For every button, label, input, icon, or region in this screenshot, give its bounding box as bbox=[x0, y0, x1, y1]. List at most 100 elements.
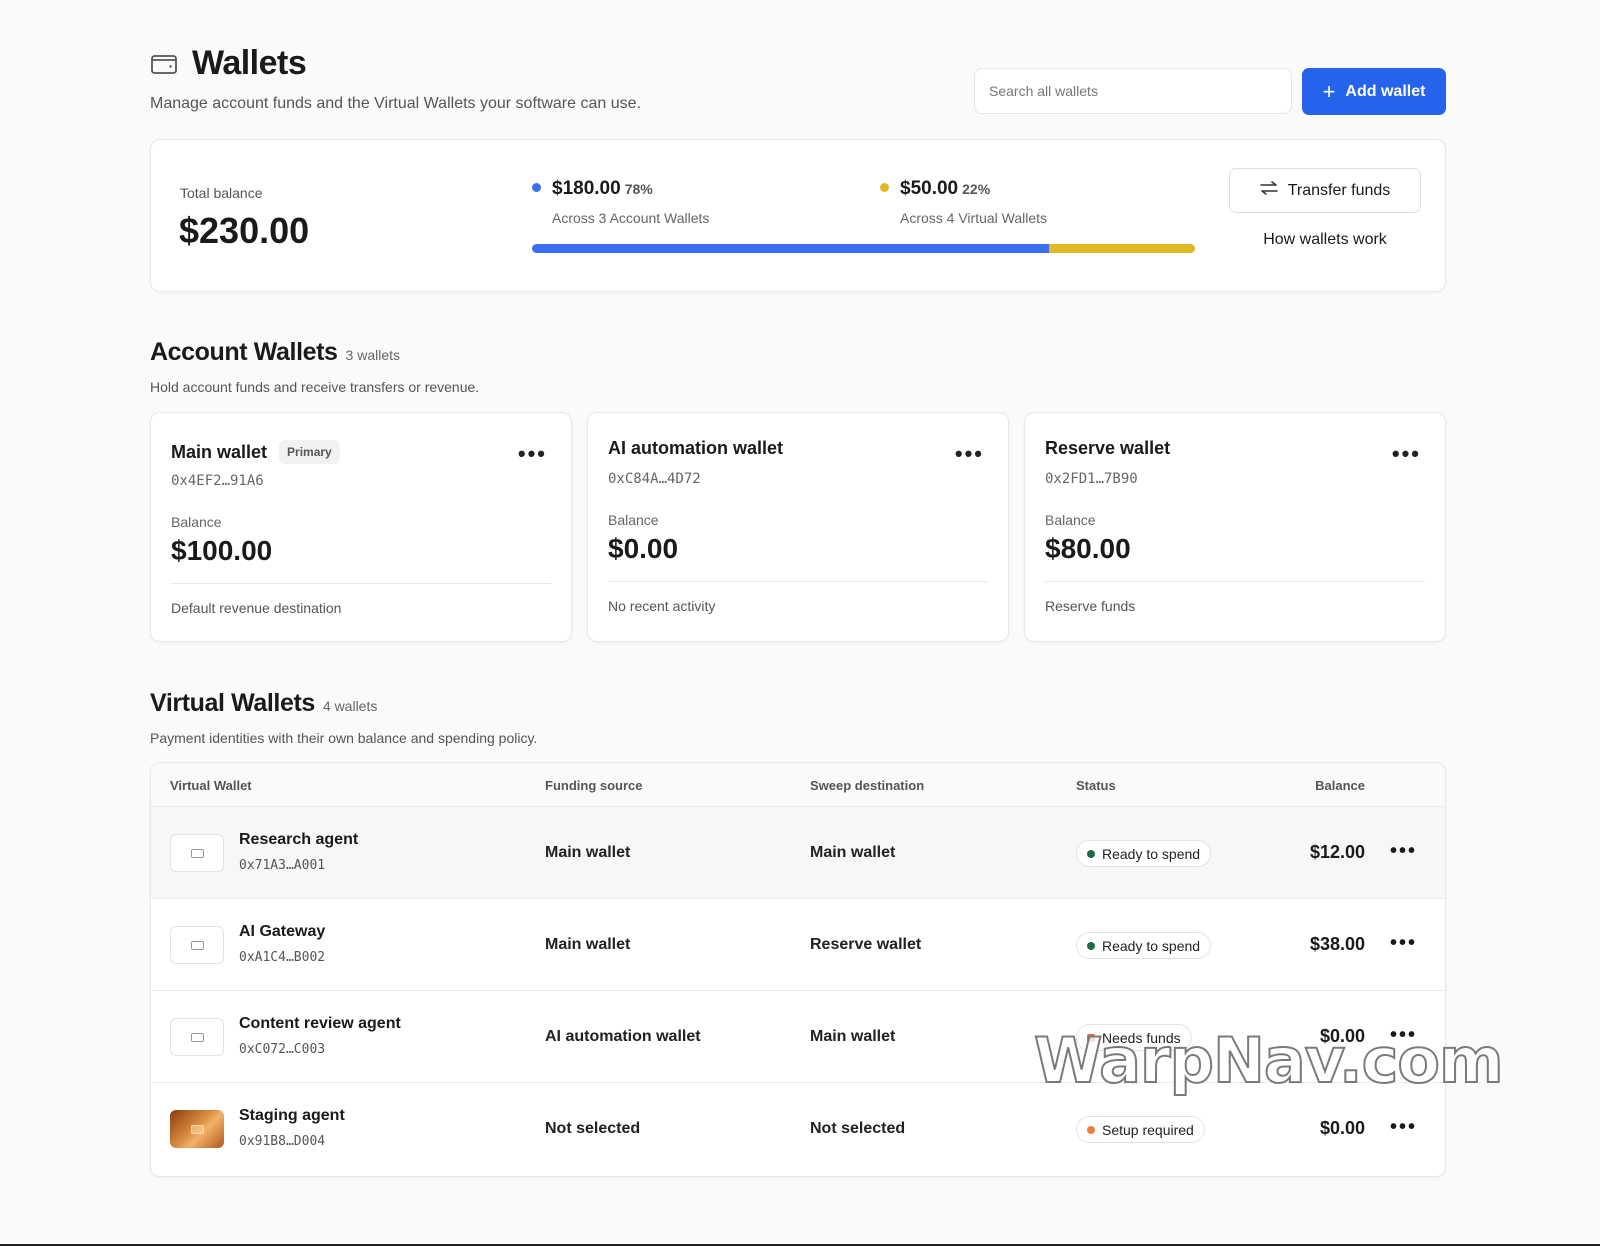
account-wallet-card[interactable]: AI automation wallet 0xC84A…4D72 ••• Bal… bbox=[587, 412, 1009, 642]
virtual-share-caption: Across 4 Virtual Wallets bbox=[900, 210, 1048, 226]
virtual-wallets-description: Payment identities with their own balanc… bbox=[150, 730, 538, 746]
row-balance: $12.00 bbox=[1309, 842, 1365, 862]
balance-split-bar bbox=[532, 244, 1195, 253]
virtual-wallet-address: 0x71A3…A001 bbox=[239, 858, 326, 873]
sweep-destination: Main wallet bbox=[810, 844, 896, 861]
row-balance: $0.00 bbox=[1319, 1118, 1365, 1138]
more-options-icon[interactable]: ••• bbox=[1390, 1117, 1417, 1137]
wallet-name: Reserve wallet bbox=[1045, 438, 1171, 458]
more-options-icon[interactable]: ••• bbox=[518, 443, 547, 465]
add-wallet-button[interactable]: + Add wallet bbox=[1302, 68, 1446, 115]
total-balance-value: $230.00 bbox=[179, 210, 310, 251]
transfer-funds-label: Transfer funds bbox=[1287, 181, 1391, 199]
virtual-share-fill bbox=[1049, 244, 1195, 253]
balance-value: $0.00 bbox=[608, 533, 679, 564]
virtual-wallet-name: Content review agent bbox=[239, 1015, 401, 1032]
virtual-wallet-name: AI Gateway bbox=[239, 923, 326, 940]
table-row[interactable]: Research agent 0x71A3…A001 Main wallet M… bbox=[151, 807, 1445, 899]
yellow-dot-icon bbox=[880, 183, 889, 193]
wallet-note: Default revenue destination bbox=[171, 600, 342, 616]
virtual-wallets-count: 4 wallets bbox=[322, 698, 378, 714]
more-options-icon[interactable]: ••• bbox=[1390, 841, 1417, 861]
status-dot-icon bbox=[1087, 849, 1095, 858]
virtual-wallet-address: 0x91B8…D004 bbox=[239, 1134, 326, 1149]
row-balance: $38.00 bbox=[1309, 934, 1365, 954]
account-share-caption: Across 3 Account Wallets bbox=[552, 210, 710, 226]
funding-source: AI automation wallet bbox=[545, 1028, 701, 1045]
more-options-icon[interactable]: ••• bbox=[955, 443, 984, 465]
status-badge: Ready to spend bbox=[1076, 840, 1212, 867]
balance-label: Balance bbox=[1045, 512, 1096, 528]
funding-source: Not selected bbox=[545, 1120, 641, 1137]
virtual-wallet-name: Research agent bbox=[239, 831, 359, 848]
more-options-icon[interactable]: ••• bbox=[1392, 443, 1421, 465]
wallet-address: 0x4EF2…91A6 bbox=[171, 473, 264, 489]
card-divider bbox=[1045, 581, 1425, 582]
column-header-status[interactable]: Status bbox=[1076, 778, 1116, 793]
wallet-address: 0x2FD1…7B90 bbox=[1045, 471, 1138, 487]
account-share-fill bbox=[532, 244, 1050, 253]
wallet-name: AI automation wallet bbox=[608, 438, 784, 458]
virtual-wallets-table: Virtual Wallet Funding source Sweep dest… bbox=[150, 762, 1446, 1177]
card-icon bbox=[170, 1018, 224, 1056]
page-title: Wallets bbox=[192, 44, 307, 82]
virtual-wallets-share: $50.00 22% Across 4 Virtual Wallets bbox=[880, 178, 1047, 226]
column-header-wallet[interactable]: Virtual Wallet bbox=[170, 778, 252, 793]
total-balance-label: Total balance bbox=[180, 185, 263, 201]
status-label: Setup required bbox=[1102, 1121, 1194, 1138]
plus-icon: + bbox=[1322, 78, 1336, 104]
balance-label: Balance bbox=[608, 512, 659, 528]
status-dot-icon bbox=[1087, 1125, 1095, 1134]
column-header-funding[interactable]: Funding source bbox=[545, 778, 643, 793]
account-percent: 78% bbox=[624, 181, 653, 197]
status-dot-icon bbox=[1087, 941, 1095, 950]
wallet-address: 0xC84A…4D72 bbox=[608, 471, 701, 487]
card-divider bbox=[171, 583, 551, 584]
funding-source: Main wallet bbox=[545, 936, 631, 953]
column-header-sweep[interactable]: Sweep destination bbox=[810, 778, 924, 793]
card-icon bbox=[170, 926, 224, 964]
wallet-note: Reserve funds bbox=[1045, 598, 1136, 614]
gold-card-icon bbox=[170, 1110, 224, 1148]
sweep-destination: Not selected bbox=[810, 1120, 906, 1137]
virtual-amount: $50.00 bbox=[900, 178, 959, 199]
add-wallet-label: Add wallet bbox=[1345, 82, 1426, 100]
watermark: WarpNav.com bbox=[1033, 1023, 1505, 1098]
card-divider bbox=[608, 581, 988, 582]
transfer-funds-button[interactable]: Transfer funds bbox=[1229, 168, 1421, 213]
account-wallets-count: 3 wallets bbox=[345, 347, 401, 363]
status-label: Ready to spend bbox=[1102, 937, 1201, 954]
account-wallets-share: $180.00 78% Across 3 Account Wallets bbox=[532, 178, 709, 226]
status-badge: Setup required bbox=[1076, 1116, 1205, 1143]
account-wallet-card[interactable]: Main wallet Primary 0x4EF2…91A6 ••• Bala… bbox=[150, 412, 572, 642]
primary-badge: Primary bbox=[279, 440, 340, 464]
status-label: Ready to spend bbox=[1102, 845, 1201, 862]
balance-label: Balance bbox=[171, 514, 222, 530]
how-wallets-work-link[interactable]: How wallets work bbox=[1229, 231, 1421, 249]
virtual-wallet-address: 0xC072…C003 bbox=[239, 1042, 326, 1057]
column-header-balance[interactable]: Balance bbox=[1315, 778, 1365, 793]
account-wallet-card[interactable]: Reserve wallet 0x2FD1…7B90 ••• Balance $… bbox=[1024, 412, 1446, 642]
transfer-arrows-icon bbox=[1259, 181, 1278, 200]
virtual-wallet-address: 0xA1C4…B002 bbox=[239, 950, 326, 965]
balance-value: $80.00 bbox=[1045, 533, 1131, 564]
sweep-destination: Main wallet bbox=[810, 1028, 896, 1045]
balance-value: $100.00 bbox=[171, 535, 273, 566]
wallet-name: Main wallet bbox=[171, 441, 268, 462]
sweep-destination: Reserve wallet bbox=[810, 936, 922, 953]
table-header: Virtual Wallet Funding source Sweep dest… bbox=[151, 763, 1445, 807]
virtual-percent: 22% bbox=[962, 181, 991, 197]
wallet-note: No recent activity bbox=[608, 598, 716, 614]
search-input[interactable] bbox=[974, 68, 1292, 114]
blue-dot-icon bbox=[532, 183, 541, 193]
funding-source: Main wallet bbox=[545, 844, 631, 861]
account-wallets-header: Account Wallets 3 wallets Hold account fu… bbox=[150, 338, 479, 395]
more-options-icon[interactable]: ••• bbox=[1390, 933, 1417, 953]
virtual-wallet-name: Staging agent bbox=[239, 1107, 345, 1124]
virtual-wallets-title: Virtual Wallets bbox=[150, 689, 315, 717]
account-wallets-description: Hold account funds and receive transfers… bbox=[150, 379, 480, 395]
table-row[interactable]: AI Gateway 0xA1C4…B002 Main wallet Reser… bbox=[151, 899, 1445, 991]
page-header: Wallets Manage account funds and the Vir… bbox=[150, 44, 1446, 124]
card-icon bbox=[170, 834, 224, 872]
balance-summary-card: Total balance $230.00 $180.00 78% Across … bbox=[150, 139, 1446, 292]
